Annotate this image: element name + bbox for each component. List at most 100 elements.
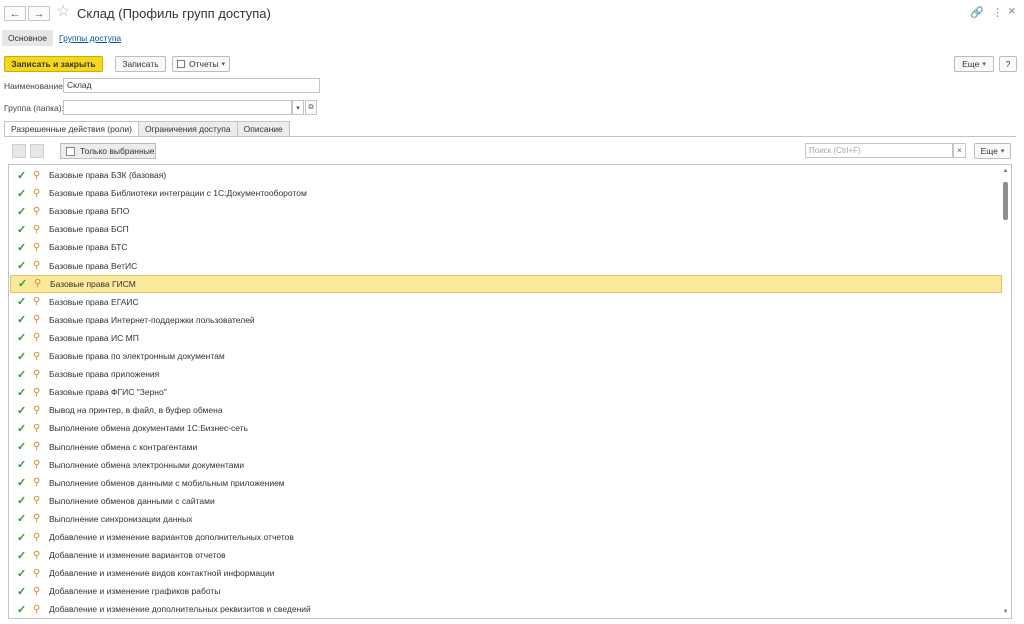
more-button[interactable]: Еще ▾ (954, 56, 994, 72)
role-row[interactable]: ✓ ⚲ Добавление и изменение вариантов допол… (10, 528, 1002, 546)
role-label: Базовые права ИС МП (49, 332, 139, 343)
checkmark-icon[interactable]: ✓ (17, 241, 31, 254)
role-row[interactable]: ✓ ⚲ Базовые права ЕГАИС (10, 293, 1002, 311)
role-label: Выполнение синхронизации данных (49, 513, 193, 524)
checkmark-icon[interactable]: ✓ (17, 313, 31, 326)
checkmark-icon[interactable]: ✓ (17, 350, 31, 363)
role-row[interactable]: ✓ ⚲ Базовые права Библиотеки интеграции с … (10, 184, 1002, 202)
role-row[interactable]: ✓ ⚲ Вывод на принтер, в файл, в буфер обме… (10, 401, 1002, 419)
role-row[interactable]: ✓ ⚲ Базовые права БПО (10, 202, 1002, 220)
checkmark-icon[interactable]: ✓ (17, 585, 31, 598)
tab-description[interactable]: Описание (236, 121, 290, 137)
group-open-button[interactable]: ⧉ (305, 100, 317, 115)
role-label: Базовые права приложения (49, 369, 160, 380)
role-row[interactable]: ✓ ⚲ Базовые права БТС (10, 238, 1002, 256)
checkmark-icon[interactable]: ✓ (17, 295, 31, 308)
role-key-icon: ⚲ (33, 567, 41, 579)
checkmark-icon[interactable]: ✓ (17, 422, 31, 435)
checkmark-icon[interactable]: ✓ (17, 549, 31, 562)
role-row[interactable]: ✓ ⚲ Базовые права Интернет-поддержки польз… (10, 311, 1002, 329)
checkmark-icon[interactable]: ✓ (17, 386, 31, 399)
checkmark-icon[interactable]: ✓ (17, 440, 31, 453)
checkmark-icon[interactable]: ✓ (17, 404, 31, 417)
checkmark-icon[interactable]: ✓ (17, 368, 31, 381)
search-clear-icon[interactable]: × (953, 143, 966, 158)
name-label: Наименование: (4, 81, 66, 91)
role-row[interactable]: ✓ ⚲ Выполнение обмена электронными докумен… (10, 456, 1002, 474)
back-button[interactable]: ← (4, 6, 26, 21)
role-row[interactable]: ✓ ⚲ Добавление и изменение вариантов отчет… (10, 546, 1002, 564)
forward-button[interactable]: → (28, 6, 50, 21)
checkmark-icon[interactable]: ✓ (18, 277, 32, 290)
search-input[interactable]: Поиск (Ctrl+F) (805, 143, 953, 158)
role-key-icon: ⚲ (33, 296, 41, 308)
section-access-groups-link[interactable]: Группы доступа (59, 33, 121, 43)
only-selected-button[interactable]: Только выбранные (60, 143, 156, 159)
scroll-down-icon[interactable]: ▼ (1001, 609, 1010, 615)
role-row[interactable]: ✓ ⚲ Выполнение обмена документами 1С:Бизне… (10, 419, 1002, 437)
role-key-icon: ⚲ (33, 187, 41, 199)
uncheck-all-icon[interactable] (30, 144, 44, 158)
role-row[interactable]: ✓ ⚲ Выполнение синхронизации данных (10, 510, 1002, 528)
scrollbar-thumb[interactable] (1003, 182, 1008, 220)
checkmark-icon[interactable]: ✓ (17, 331, 31, 344)
role-label: Базовые права БЗК (базовая) (49, 170, 167, 180)
reports-button[interactable]: Отчеты ▾ (172, 56, 230, 72)
checkmark-icon[interactable]: ✓ (17, 223, 31, 236)
role-row[interactable]: ✓ ⚲ Добавление и изменение графиков работы (10, 582, 1002, 600)
checkmark-icon[interactable]: ✓ (17, 512, 31, 525)
checkmark-icon[interactable]: ✓ (17, 603, 31, 616)
group-dropdown-button[interactable]: ▾ (292, 100, 304, 115)
close-icon[interactable]: × (1008, 3, 1016, 18)
role-label: Базовые права БПО (49, 206, 130, 217)
role-row[interactable]: ✓ ⚲ Выполнение обменов данными с мобильным… (10, 474, 1002, 492)
role-key-icon: ⚲ (33, 241, 41, 253)
tab-allowed-actions[interactable]: Разрешенные действия (роли) (4, 121, 139, 137)
role-row[interactable]: ✓ ⚲ Базовые права ВетИС (10, 257, 1002, 275)
list-more-button[interactable]: Еще ▾ (974, 143, 1011, 159)
more-actions-icon[interactable]: ⋮ (992, 6, 1003, 19)
checkbox-icon (66, 146, 75, 156)
section-main[interactable]: Основное (2, 30, 53, 46)
role-row[interactable]: ✓ ⚲ Базовые права ФГИС "Зерно" (10, 383, 1002, 401)
role-row[interactable]: ✓ ⚲ Базовые права БСП (10, 220, 1002, 238)
role-row[interactable]: ✓ ⚲ Добавление и изменение дополнительных … (10, 600, 1002, 618)
checkmark-icon[interactable]: ✓ (17, 259, 31, 272)
checkmark-icon[interactable]: ✓ (17, 205, 31, 218)
role-key-icon: ⚲ (33, 386, 41, 398)
role-row[interactable]: ✓ ⚲ Добавление и изменение видов контактно… (10, 564, 1002, 582)
favorite-star-icon[interactable]: ☆ (56, 3, 70, 21)
checkmark-icon[interactable]: ✓ (17, 458, 31, 471)
role-row[interactable]: ✓ ⚲ Базовые права БЗК (базовая) (10, 166, 1002, 184)
checkmark-icon[interactable]: ✓ (17, 531, 31, 544)
tab-access-restrictions[interactable]: Ограничения доступа (137, 121, 238, 137)
role-label: Базовые права ГИСМ (50, 278, 136, 289)
role-row[interactable]: ✓ ⚲ Выполнение обменов данными с сайтами (10, 492, 1002, 510)
checkmark-icon[interactable]: ✓ (17, 476, 31, 489)
save-button[interactable]: Записать (115, 56, 166, 72)
save-and-close-button[interactable]: Записать и закрыть (4, 56, 103, 72)
role-key-icon: ⚲ (33, 368, 41, 380)
help-button[interactable]: ? (999, 56, 1017, 72)
chevron-down-icon: ▾ (982, 61, 986, 68)
tab-divider (4, 136, 1016, 137)
name-field[interactable]: Склад (63, 78, 320, 93)
link-icon[interactable]: 🔗 (970, 6, 984, 19)
role-row[interactable]: ✓ ⚲ Выполнение обмена с контрагентами (10, 438, 1002, 456)
role-label: Добавление и изменение вариантов дополни… (49, 532, 294, 542)
checkmark-icon[interactable]: ✓ (17, 169, 31, 182)
check-all-icon[interactable] (12, 144, 26, 158)
role-row[interactable]: ✓ ⚲ Базовые права приложения (10, 365, 1002, 383)
vertical-scrollbar[interactable]: ▲ ▼ (1001, 166, 1010, 617)
role-row[interactable]: ✓ ⚲ Базовые права ИС МП (10, 329, 1002, 347)
checkmark-icon[interactable]: ✓ (17, 494, 31, 507)
scroll-up-icon[interactable]: ▲ (1001, 168, 1010, 174)
role-row[interactable]: ✓ ⚲ Базовые права ГИСМ (10, 274, 1002, 293)
role-row[interactable]: ✓ ⚲ Базовые права по электронным документа… (10, 347, 1002, 365)
role-label: Добавление и изменение видов контактной … (49, 568, 275, 579)
checkmark-icon[interactable]: ✓ (17, 187, 31, 200)
chevron-down-icon: ▾ (1000, 148, 1005, 155)
group-field[interactable] (63, 100, 292, 115)
roles-list[interactable]: ✓ ⚲ Добавление и изменение дополнительных … (8, 164, 1012, 619)
checkmark-icon[interactable]: ✓ (17, 567, 31, 580)
